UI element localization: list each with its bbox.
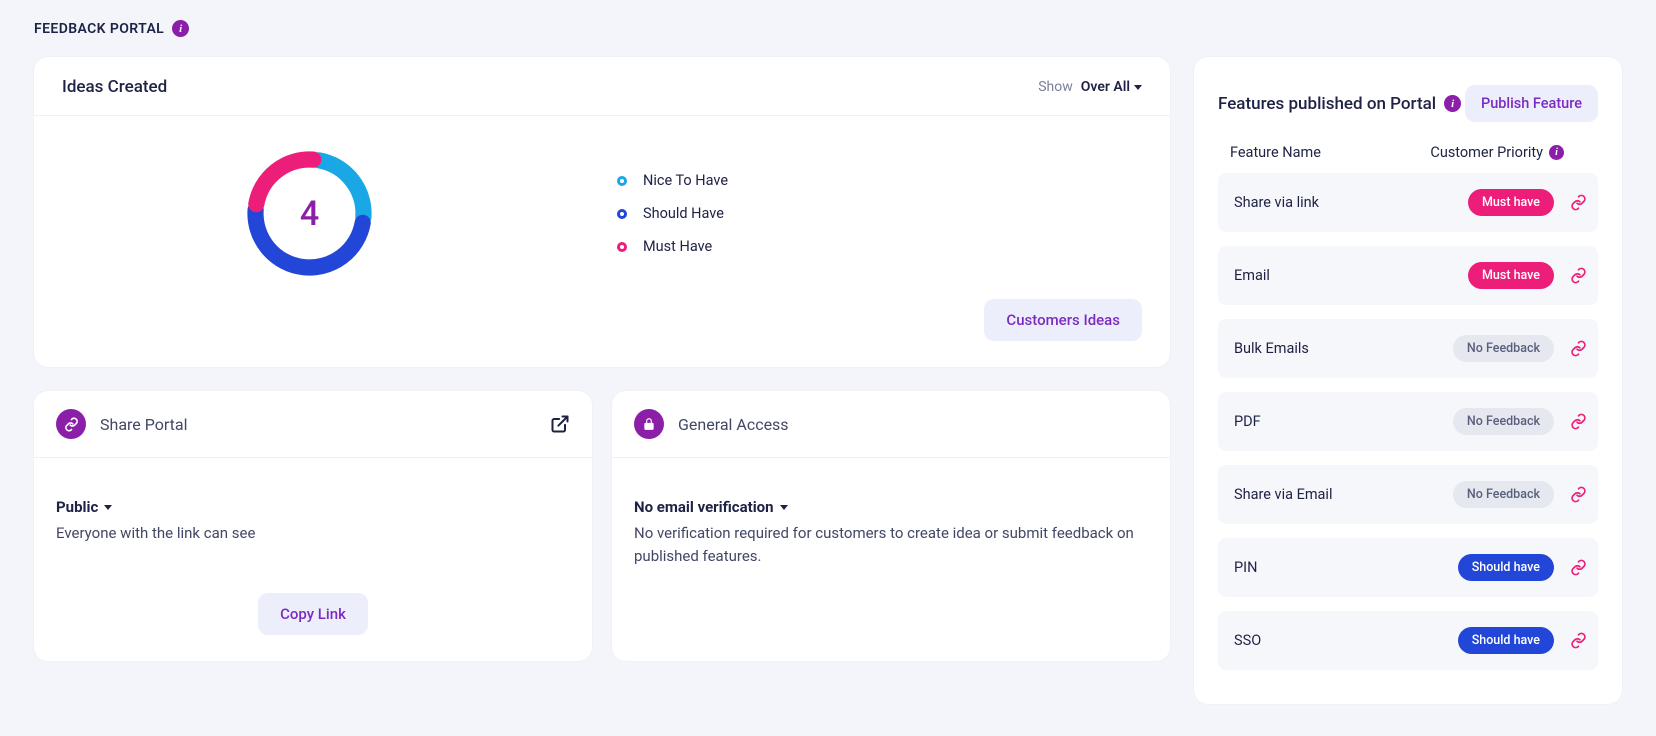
feature-row[interactable]: PDFNo Feedback — [1218, 392, 1598, 451]
link-icon[interactable] — [1568, 632, 1588, 649]
general-access-title: General Access — [678, 415, 789, 434]
visibility-dropdown[interactable]: Public — [56, 498, 570, 516]
feature-row[interactable]: EmailMust have — [1218, 246, 1598, 305]
ideas-donut-chart: 4 — [242, 146, 377, 281]
copy-link-button[interactable]: Copy Link — [258, 593, 368, 635]
feature-row[interactable]: SSOShould have — [1218, 611, 1598, 670]
feature-name: Email — [1234, 267, 1468, 284]
chevron-down-icon — [1134, 85, 1142, 90]
link-icon[interactable] — [1568, 340, 1588, 357]
link-icon[interactable] — [1568, 267, 1588, 284]
link-icon — [56, 409, 86, 439]
priority-badge: Must have — [1468, 262, 1554, 289]
chevron-down-icon — [780, 505, 788, 510]
feature-row[interactable]: Share via linkMust have — [1218, 173, 1598, 232]
general-access-card: General Access No email verification No … — [612, 391, 1170, 661]
feature-name: PDF — [1234, 413, 1453, 430]
feature-name: Share via Email — [1234, 486, 1453, 503]
priority-badge: No Feedback — [1453, 408, 1554, 435]
legend-label: Nice To Have — [643, 172, 728, 189]
link-icon[interactable] — [1568, 486, 1588, 503]
legend-dot-icon — [617, 242, 627, 252]
legend-dot-icon — [617, 209, 627, 219]
info-icon[interactable]: i — [1549, 145, 1564, 160]
info-icon[interactable]: i — [172, 20, 189, 37]
share-portal-title: Share Portal — [100, 415, 188, 434]
legend-dot-icon — [617, 176, 627, 186]
feature-row[interactable]: PINShould have — [1218, 538, 1598, 597]
feature-name: SSO — [1234, 632, 1458, 649]
legend-item: Must Have — [617, 238, 728, 255]
show-value: Over All — [1081, 79, 1130, 95]
customers-ideas-button[interactable]: Customers Ideas — [984, 299, 1142, 341]
lock-icon — [634, 409, 664, 439]
priority-badge: Should have — [1458, 554, 1554, 581]
link-icon[interactable] — [1568, 559, 1588, 576]
legend-item: Should Have — [617, 205, 728, 222]
legend-label: Must Have — [643, 238, 712, 255]
legend-label: Should Have — [643, 205, 724, 222]
visibility-label: Public — [56, 498, 98, 516]
visibility-desc: Everyone with the link can see — [56, 522, 570, 545]
access-mode-label: No email verification — [634, 498, 774, 516]
priority-badge: No Feedback — [1453, 335, 1554, 362]
access-mode-dropdown[interactable]: No email verification — [634, 498, 1148, 516]
page-title: FEEDBACK PORTAL — [34, 21, 164, 37]
page-title-row: FEEDBACK PORTAL i — [34, 20, 1622, 37]
ideas-legend: Nice To Have Should Have Must Have — [617, 172, 728, 255]
ideas-title: Ideas Created — [62, 77, 167, 97]
ideas-created-card: Ideas Created Show Over All 4 Nice To Ha… — [34, 57, 1170, 367]
feature-name: Bulk Emails — [1234, 340, 1453, 357]
chevron-down-icon — [104, 505, 112, 510]
legend-item: Nice To Have — [617, 172, 728, 189]
link-icon[interactable] — [1568, 194, 1588, 211]
publish-feature-button[interactable]: Publish Feature — [1465, 85, 1598, 122]
share-portal-card: Share Portal Public Everyone with the li… — [34, 391, 592, 661]
feature-name: PIN — [1234, 559, 1458, 576]
features-title: Features published on Portal — [1218, 94, 1436, 114]
feature-row[interactable]: Share via EmailNo Feedback — [1218, 465, 1598, 524]
col-customer-priority: Customer Priority — [1430, 144, 1543, 161]
priority-badge: Should have — [1458, 627, 1554, 654]
external-link-icon[interactable] — [550, 414, 570, 434]
col-feature-name: Feature Name — [1218, 144, 1430, 161]
priority-badge: No Feedback — [1453, 481, 1554, 508]
info-icon[interactable]: i — [1444, 95, 1461, 112]
show-label: Show — [1038, 79, 1073, 95]
feature-name: Share via link — [1234, 194, 1468, 211]
features-card: Features published on Portal i Publish F… — [1194, 57, 1622, 704]
access-mode-desc: No verification required for customers t… — [634, 522, 1148, 567]
link-icon[interactable] — [1568, 413, 1588, 430]
priority-badge: Must have — [1468, 189, 1554, 216]
ideas-total: 4 — [242, 146, 377, 281]
show-dropdown[interactable]: Over All — [1081, 79, 1142, 95]
feature-row[interactable]: Bulk EmailsNo Feedback — [1218, 319, 1598, 378]
